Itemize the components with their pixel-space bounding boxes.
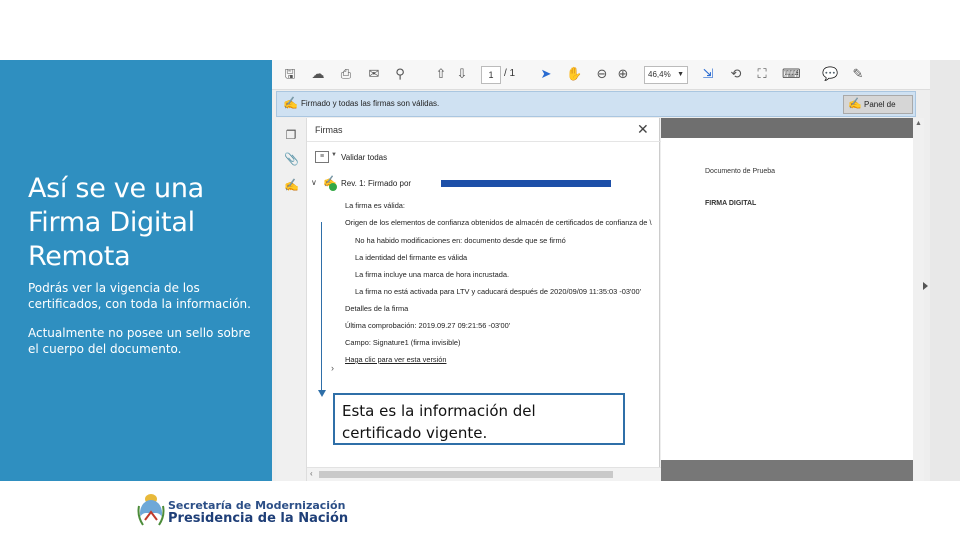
- scrollbar-thumb[interactable]: [319, 471, 613, 478]
- mail-icon[interactable]: ✉: [366, 67, 382, 83]
- left-panel: Así se ve una Firma Digital Remota Podrá…: [0, 60, 272, 481]
- chevron-left-icon[interactable]: ‹: [310, 469, 313, 478]
- search-icon[interactable]: ⚲: [392, 67, 408, 83]
- detail-line: La firma es válida:: [345, 201, 405, 210]
- chevron-down-icon: ▼: [677, 71, 684, 78]
- highlight-pen-icon[interactable]: ✎: [850, 67, 866, 83]
- description-paragraph-2: Actualmente no posee un sello sobre el c…: [28, 326, 251, 356]
- signature-details-toggle[interactable]: Detalles de la firma: [345, 304, 408, 313]
- chevron-right-icon[interactable]: ›: [331, 363, 334, 373]
- comment-icon[interactable]: 💬: [822, 67, 838, 83]
- signature-status-text: Firmado y todas las firmas son válidas.: [301, 99, 440, 108]
- page-number-input[interactable]: 1: [481, 66, 501, 84]
- callout-box: Esta es la información del certificado v…: [333, 393, 625, 445]
- signature-status-bar: ✍ Firmado y todas las firmas son válidas…: [276, 91, 916, 126]
- document-gap: [661, 118, 913, 138]
- right-edge-bar: [923, 60, 960, 481]
- slide-title: Así se ve una Firma Digital Remota: [28, 173, 204, 272]
- left-navigation-rail: ❐ 📎 ✍: [276, 118, 306, 481]
- valid-check-icon: [329, 183, 337, 191]
- signatures-panel-header: Firmas ✕: [307, 118, 661, 142]
- zoom-out-icon[interactable]: ⊖: [594, 67, 610, 83]
- detail-line: Última comprobación: 2019.09.27 09:21:56…: [345, 321, 511, 330]
- vertical-scrollbar[interactable]: ▲: [913, 118, 924, 481]
- signature-valid-icon: ✍: [283, 96, 298, 110]
- chevron-right-icon[interactable]: [923, 282, 928, 290]
- upload-cloud-icon[interactable]: ☁: [310, 67, 326, 83]
- hand-tool-icon[interactable]: ✋: [566, 67, 582, 83]
- annotation-line: [321, 222, 322, 392]
- previous-page-icon[interactable]: ⇧: [433, 67, 449, 83]
- close-icon[interactable]: ✕: [637, 121, 649, 138]
- next-page-icon[interactable]: ⇩: [454, 67, 470, 83]
- document-title: Documento de Prueba: [705, 168, 776, 175]
- rotate-icon[interactable]: ⟲: [728, 67, 744, 83]
- document-area: Documento de Prueba FIRMA DIGITAL: [661, 118, 913, 481]
- detail-line: No ha habido modificaciones en: document…: [355, 236, 566, 245]
- print-icon[interactable]: ⎙: [338, 67, 354, 83]
- annotation-arrowhead: [318, 390, 326, 397]
- signature-icon[interactable]: ✍: [284, 178, 299, 192]
- detail-line: La identidad del firmante es válida: [355, 253, 468, 262]
- horizontal-scrollbar[interactable]: ‹: [307, 467, 661, 481]
- detail-line: La firma no está activada para LTV y cad…: [355, 287, 642, 296]
- zoom-value: 46,4%: [648, 70, 671, 79]
- options-icon[interactable]: ≡: [315, 151, 329, 163]
- chevron-down-icon[interactable]: ∨: [311, 178, 317, 187]
- description-paragraph-1: Podrás ver la vigencia de los certificad…: [28, 281, 251, 311]
- chevron-up-icon[interactable]: ▲: [915, 120, 922, 127]
- view-version-link[interactable]: Haga clic para ver esta versión: [345, 355, 446, 364]
- pages-icon[interactable]: ❐: [284, 128, 298, 142]
- select-cursor-icon[interactable]: ➤: [538, 67, 554, 83]
- document-page: Documento de Prueba FIRMA DIGITAL: [661, 138, 913, 460]
- signature-pen-icon: ✍: [848, 98, 862, 110]
- zoom-select[interactable]: 46,4% ▼: [644, 66, 688, 84]
- detail-line: Origen de los elementos de confianza obt…: [345, 218, 652, 227]
- signatures-panel-title: Firmas: [315, 125, 343, 135]
- coat-of-arms-logo: [137, 494, 165, 526]
- fit-page-icon[interactable]: ⇲: [700, 67, 716, 83]
- redacted-signer-name: [441, 180, 611, 187]
- keyboard-icon[interactable]: ⌨: [782, 67, 801, 83]
- detail-line: Campo: Signature1 (firma invisible): [345, 338, 461, 347]
- save-icon[interactable]: 🖫: [282, 67, 298, 83]
- footer-line-2: Presidencia de la Nación: [168, 511, 349, 526]
- slide: Así se ve una Firma Digital Remota Podrá…: [0, 0, 960, 540]
- full-screen-icon[interactable]: ⛶: [754, 67, 770, 83]
- document-subtitle: FIRMA DIGITAL: [705, 200, 757, 207]
- page-total: / 1: [504, 68, 516, 79]
- signature-panel-button[interactable]: ✍ Panel de firma: [843, 95, 913, 126]
- toolbar: 🖫 ☁ ⎙ ✉ ⚲ ⇧ ⇩ 1 / 1 ➤ ✋ ⊖ ⊕ 46,4% ▼ ⇲ ⟲ …: [272, 60, 930, 90]
- attachment-icon[interactable]: 📎: [284, 152, 299, 166]
- signature-revision-label: Rev. 1: Firmado por: [341, 179, 412, 188]
- chevron-down-icon[interactable]: ▼: [331, 152, 337, 158]
- detail-line: La firma incluye una marca de hora incru…: [355, 270, 510, 279]
- validate-all-button[interactable]: Validar todas: [341, 153, 387, 162]
- zoom-in-icon[interactable]: ⊕: [615, 67, 631, 83]
